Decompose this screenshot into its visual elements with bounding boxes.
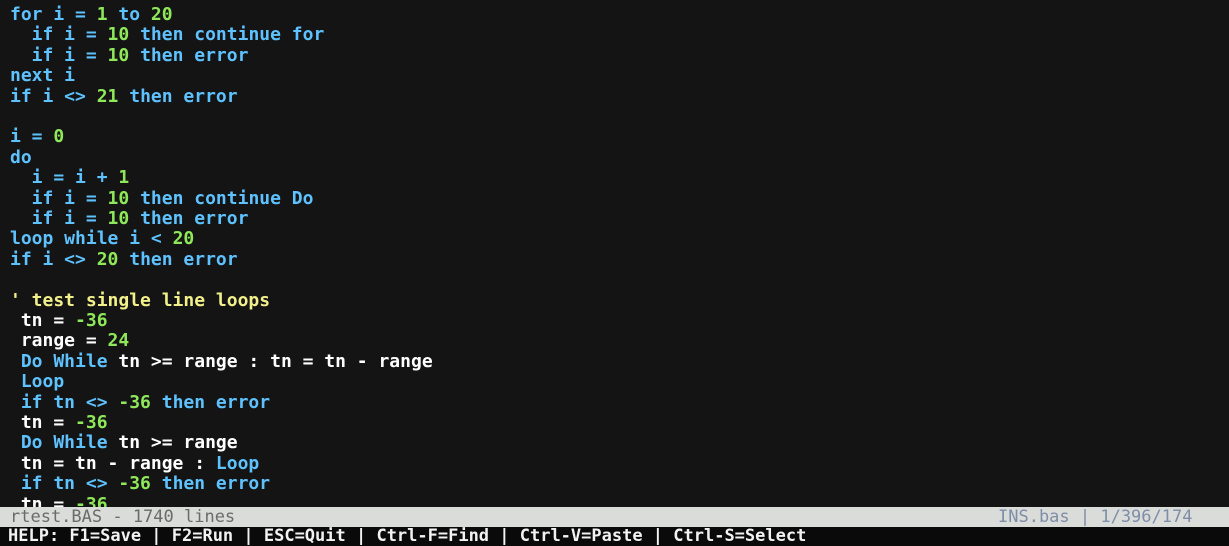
- help-shortcuts: HELP: F1=Save | F2=Run | ESC=Quit | Ctrl…: [8, 527, 807, 546]
- code-token: i = i +: [10, 167, 119, 189]
- code-token: if i =: [10, 24, 108, 46]
- code-line[interactable]: if i = 10 then error: [10, 208, 249, 230]
- code-token: then error: [129, 44, 249, 66]
- code-line[interactable]: tn = -36: [10, 310, 108, 332]
- code-token: Loop: [10, 371, 65, 393]
- code-token: then error: [118, 85, 238, 107]
- code-token: 1: [96, 4, 108, 25]
- code-line[interactable]: Do While tn >= range : tn = tn - range: [10, 351, 433, 373]
- code-token: tn =: [10, 493, 76, 507]
- terminal-screen: for i = 1 to 20 if i = 10 then continue …: [0, 0, 1229, 546]
- code-token: then error: [129, 208, 249, 229]
- cursor-position: INS.bas | 1/396/174: [998, 507, 1193, 527]
- code-line[interactable]: if tn <> -36 then error: [10, 392, 270, 414]
- code-token: range =: [10, 330, 108, 352]
- code-line[interactable]: tn = -36: [10, 412, 108, 434]
- code-token: for i =: [10, 4, 97, 25]
- code-token: 20: [150, 4, 173, 25]
- code-token: then error: [150, 391, 271, 413]
- code-token: tn >= range: [107, 432, 238, 454]
- code-token: then continue for: [129, 24, 325, 46]
- code-line[interactable]: if i = 10 then continue for: [10, 24, 325, 46]
- code-token: 21: [96, 85, 119, 107]
- code-line[interactable]: loop while i < 20: [10, 228, 194, 250]
- code-token: if tn <>: [10, 473, 119, 495]
- code-token: if i <>: [10, 248, 97, 270]
- code-token: if tn <>: [10, 391, 119, 413]
- code-line[interactable]: range = 24: [10, 330, 129, 352]
- file-status: rtest.BAS - 1740 lines: [10, 507, 236, 527]
- code-token: loop while i <: [10, 228, 173, 250]
- code-line[interactable]: i = 0: [10, 126, 64, 148]
- code-line[interactable]: Loop: [10, 371, 64, 393]
- code-token: -36: [75, 412, 108, 433]
- status-bar: rtest.BAS - 1740 lines INS.bas | 1/396/1…: [0, 507, 1229, 527]
- code-token: 10: [107, 208, 130, 229]
- code-token: 10: [107, 24, 130, 46]
- code-line[interactable]: for i = 1 to 20: [10, 4, 173, 26]
- code-line[interactable]: next i: [10, 65, 75, 87]
- code-token: -36: [75, 493, 108, 507]
- code-line[interactable]: ' test single line loops: [10, 290, 270, 312]
- code-token: i =: [10, 126, 54, 148]
- code-token: if i =: [10, 208, 108, 229]
- code-token: do: [10, 146, 32, 168]
- code-line[interactable]: if i <> 21 then error: [10, 86, 238, 108]
- help-bar: HELP: F1=Save | F2=Run | ESC=Quit | Ctrl…: [0, 527, 1229, 546]
- code-token: -36: [118, 391, 151, 413]
- code-line[interactable]: tn = -36: [10, 494, 108, 507]
- code-line[interactable]: tn = tn - range : Loop: [10, 453, 259, 475]
- code-token: tn = tn - range :: [10, 452, 216, 474]
- code-token: -36: [118, 473, 151, 495]
- code-line[interactable]: if i = 10 then error: [10, 44, 249, 67]
- code-token: -36: [75, 310, 108, 331]
- code-token: to: [107, 4, 151, 25]
- code-line[interactable]: if i <> 20 then error: [10, 249, 238, 271]
- code-token: Do While: [10, 432, 108, 454]
- code-line[interactable]: i = i + 1: [10, 167, 130, 189]
- code-token: 24: [107, 330, 130, 352]
- code-token: then error: [150, 473, 271, 495]
- code-token: then error: [118, 248, 238, 270]
- code-token: 10: [107, 187, 130, 209]
- code-token: tn >= range : tn = tn - range: [107, 350, 433, 372]
- code-token: Do While: [10, 350, 108, 372]
- code-line[interactable]: Do While tn >= range: [10, 432, 238, 454]
- code-token: if i <>: [10, 85, 97, 107]
- code-token: Loop: [215, 452, 260, 474]
- code-token: next i: [10, 65, 76, 87]
- code-line[interactable]: if tn <> -36 then error: [10, 473, 270, 495]
- code-token: then continue Do: [129, 187, 314, 209]
- code-token: 1: [118, 167, 130, 189]
- code-token: 20: [172, 228, 195, 250]
- code-editor[interactable]: for i = 1 to 20 if i = 10 then continue …: [0, 4, 1229, 507]
- code-token: if i =: [10, 44, 108, 66]
- code-token: tn =: [10, 310, 76, 331]
- code-token: if i =: [10, 187, 108, 209]
- code-token: 0: [53, 126, 65, 148]
- code-token: ' test single line loops: [10, 289, 271, 311]
- code-token: tn =: [10, 412, 76, 433]
- code-line[interactable]: if i = 10 then continue Do: [10, 187, 314, 210]
- code-line[interactable]: do: [10, 147, 32, 169]
- code-token: 10: [107, 44, 130, 66]
- code-token: 20: [96, 248, 119, 270]
